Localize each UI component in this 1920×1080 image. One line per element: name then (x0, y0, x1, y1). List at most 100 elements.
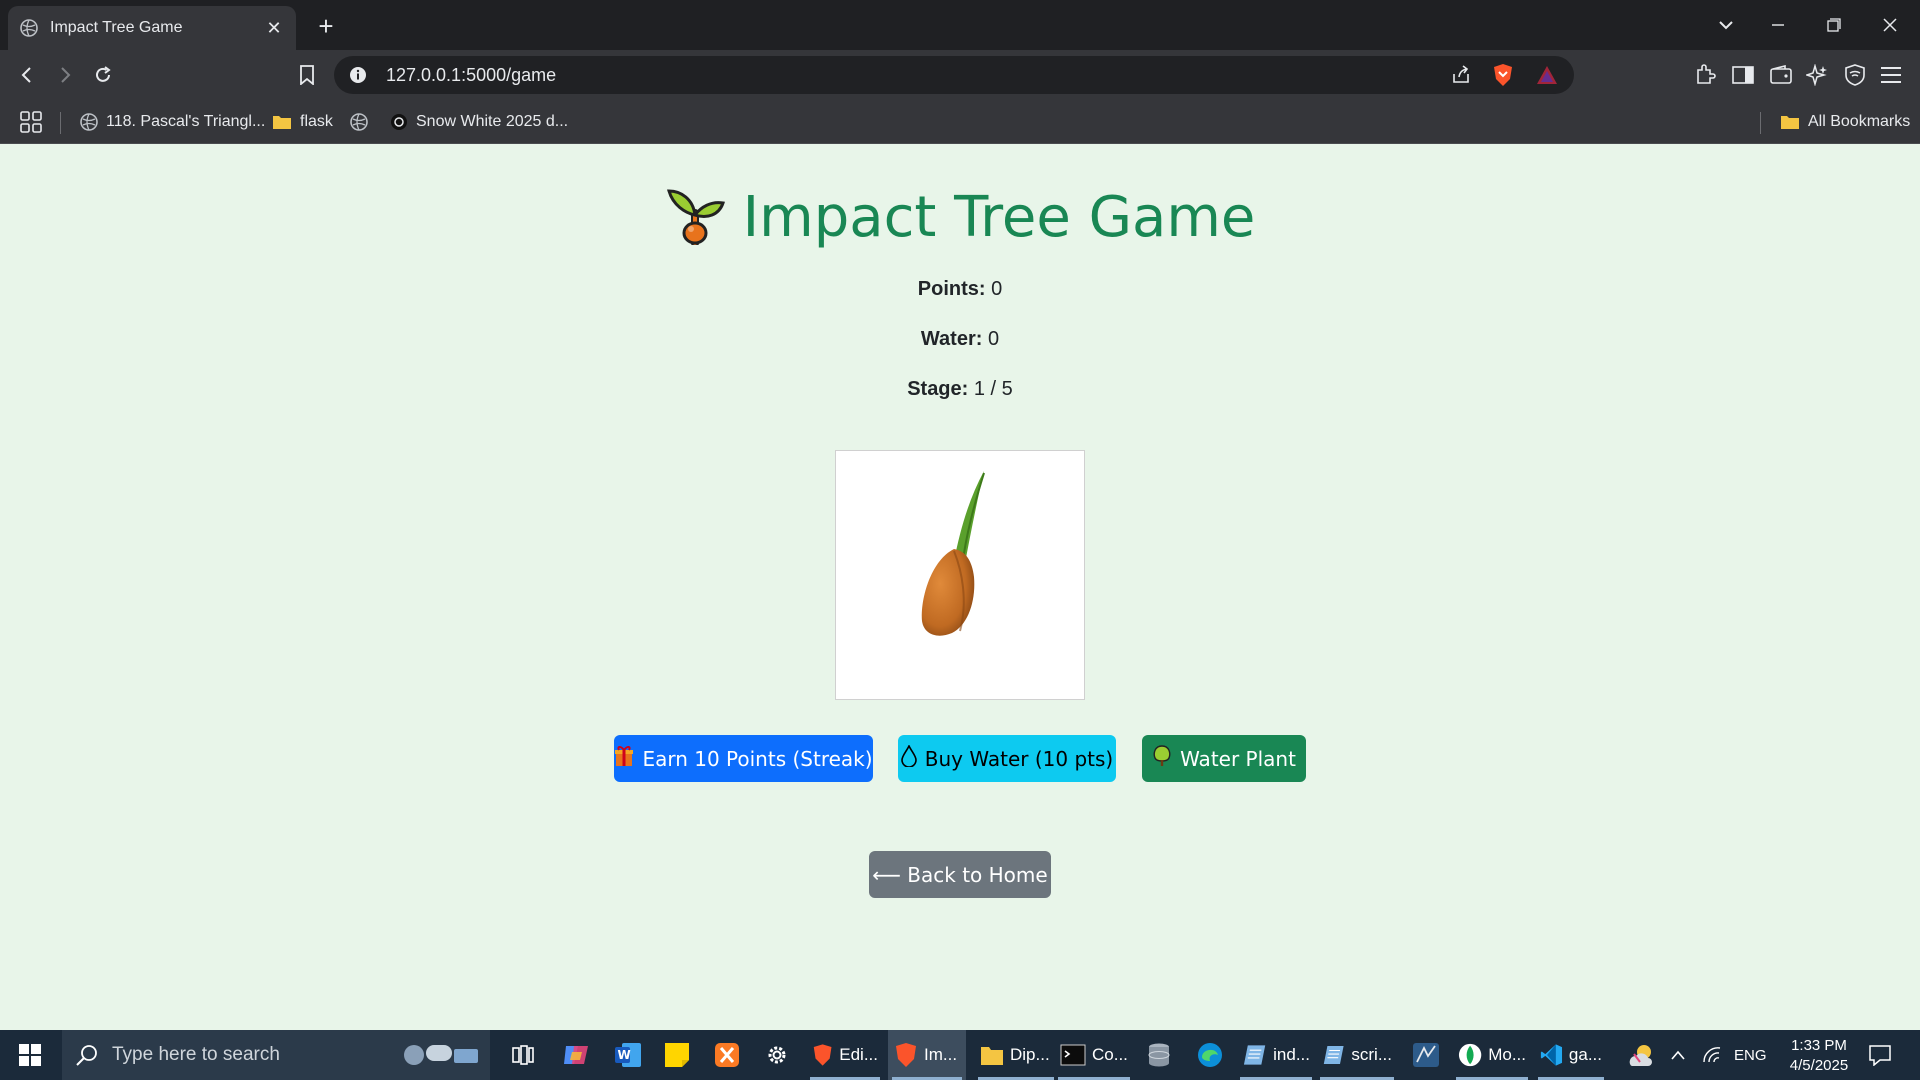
sprouting-seed-illustration (921, 471, 985, 636)
taskbar-app-label: Im... (924, 1045, 958, 1064)
sticky-notes-icon[interactable] (658, 1030, 696, 1080)
clock-date: 4/5/2025 (1789, 1057, 1849, 1074)
minimize-window-icon[interactable] (1758, 10, 1798, 40)
settings-gear-icon[interactable] (758, 1030, 796, 1080)
taskbar-app-vscode[interactable]: ga... (1534, 1030, 1608, 1080)
word-icon[interactable]: W (608, 1030, 648, 1080)
leo-ai-icon[interactable] (1802, 60, 1832, 90)
bookmark-item-snow-white[interactable]: Snow White 2025 d... (390, 110, 568, 134)
weather-icon[interactable] (1620, 1030, 1662, 1080)
bookmark-item-pascals-triangle[interactable]: 118. Pascal's Triangl... (80, 110, 265, 134)
stage-value: 1 / 5 (973, 378, 1013, 400)
folder-icon (273, 116, 291, 129)
network-wifi-icon[interactable] (1702, 1030, 1722, 1080)
taskbar-app-label: ga... (1568, 1045, 1602, 1064)
share-icon[interactable] (1446, 56, 1476, 94)
buy-water-button[interactable]: Buy Water (10 pts) (898, 735, 1116, 782)
reload-icon[interactable] (88, 60, 118, 90)
vpn-shield-icon[interactable] (1840, 60, 1870, 90)
seedling-icon (665, 185, 725, 250)
bookmarks-divider-right (1760, 112, 1761, 134)
brave-shields-icon[interactable] (1488, 56, 1518, 94)
apps-grid-icon[interactable] (20, 110, 42, 134)
taskbar-app-label: Edi... (839, 1045, 878, 1064)
close-window-icon[interactable] (1870, 10, 1910, 40)
menu-hamburger-icon[interactable] (1876, 60, 1906, 90)
search-icon (76, 1045, 97, 1066)
notifications-icon[interactable] (1866, 1030, 1894, 1080)
taskbar-app-mongodb[interactable]: Mo... (1452, 1030, 1532, 1080)
taskbar-search-box[interactable]: Type here to search (62, 1030, 490, 1080)
earn-points-button[interactable]: Earn 10 Points (Streak) (614, 735, 873, 782)
bookmark-item-globe[interactable] (350, 110, 368, 134)
plant-image (835, 450, 1085, 700)
site-info-icon[interactable] (348, 65, 368, 85)
language-label: ENG (1734, 1046, 1767, 1064)
tree-icon (1152, 745, 1172, 772)
taskbar-app-brave-edit[interactable]: Edi... (806, 1030, 884, 1080)
language-indicator[interactable]: ENG (1734, 1030, 1767, 1080)
tab-search-chevron-icon[interactable] (1706, 10, 1746, 40)
site-favicon-icon (391, 114, 407, 130)
page-title-row: Impact Tree Game (0, 185, 1920, 250)
bookmark-label: Snow White 2025 d... (416, 113, 569, 130)
taskbar-app-script[interactable]: scri... (1316, 1030, 1398, 1080)
taskbar-app-terminal[interactable]: Co... (1054, 1030, 1134, 1080)
edge-icon[interactable] (1190, 1030, 1230, 1080)
xampp-icon[interactable] (708, 1030, 746, 1080)
brave-rewards-icon[interactable] (1532, 56, 1562, 94)
taskbar-app-brave-impact[interactable]: Im... (888, 1030, 966, 1080)
browser-tab-active[interactable]: Impact Tree Game ✕ (8, 6, 296, 50)
taskbar-app-label: Mo... (1488, 1045, 1526, 1064)
tab-title: Impact Tree Game (50, 19, 183, 36)
globe-icon (20, 19, 38, 37)
water-label: Water: (920, 328, 983, 350)
close-tab-icon[interactable]: ✕ (264, 18, 284, 38)
clock[interactable]: 1:33 PM 4/5/2025 (1774, 1036, 1864, 1076)
database-icon[interactable] (1140, 1030, 1178, 1080)
back-to-home-button[interactable]: ⟵ Back to Home (869, 851, 1051, 898)
svg-text:W: W (618, 1048, 631, 1062)
address-bar[interactable]: 127.0.0.1:5000/game (334, 56, 1574, 94)
sql-studio-icon[interactable] (1406, 1030, 1446, 1080)
back-to-home-label: ⟵ Back to Home (872, 862, 1048, 887)
water-plant-button[interactable]: Water Plant (1142, 735, 1306, 782)
bookmarks-bar: 118. Pascal's Triangl... flask Snow Whit… (0, 100, 1920, 144)
taskbar-app-label: Co... (1092, 1045, 1128, 1064)
notepad-icon (1323, 1046, 1344, 1064)
sidebar-icon[interactable] (1728, 60, 1758, 90)
windows-taskbar: Type here to search W Edi... Im... Dip..… (0, 1030, 1920, 1080)
bookmark-page-icon[interactable] (292, 60, 322, 90)
taskbar-app-index[interactable]: ind... (1236, 1030, 1316, 1080)
stage-label: Stage: (907, 378, 969, 400)
bookmark-folder-flask[interactable]: flask (272, 110, 333, 134)
extensions-icon[interactable] (1690, 60, 1720, 90)
water-stat: Water: 0 (0, 328, 1920, 351)
windows-start-icon[interactable] (0, 1030, 60, 1080)
forward-arrow-icon[interactable] (50, 60, 80, 90)
brave-icon (896, 1043, 916, 1067)
water-plant-label: Water Plant (1180, 746, 1296, 771)
all-bookmarks-label: All Bookmarks (1808, 113, 1911, 130)
notepad-icon (1243, 1045, 1266, 1065)
all-bookmarks-folder[interactable]: All Bookmarks (1780, 110, 1910, 134)
folder-icon (1781, 116, 1799, 129)
browser-tab-strip: Impact Tree Game ✕ + (0, 0, 1920, 50)
new-tab-button[interactable]: + (312, 11, 340, 41)
restore-window-icon[interactable] (1814, 10, 1854, 40)
water-drop-icon (900, 744, 917, 772)
gift-icon (614, 745, 634, 772)
command-prompt-icon (1060, 1044, 1086, 1066)
wallet-icon[interactable] (1766, 60, 1796, 90)
browser-toolbar: 127.0.0.1:5000/game (0, 50, 1920, 100)
stage-stat: Stage: 1 / 5 (0, 378, 1920, 401)
back-arrow-icon[interactable] (12, 60, 42, 90)
taskbar-app-explorer[interactable]: Dip... (974, 1030, 1058, 1080)
show-hidden-icons-chevron-icon[interactable] (1670, 1030, 1686, 1080)
globe-icon (80, 113, 98, 131)
buy-water-label: Buy Water (10 pts) (924, 746, 1114, 771)
taskbar-app-label: Dip... (1010, 1045, 1050, 1064)
task-view-icon[interactable] (506, 1030, 540, 1080)
copilot-icon[interactable] (556, 1030, 596, 1080)
vscode-icon (1540, 1044, 1563, 1066)
